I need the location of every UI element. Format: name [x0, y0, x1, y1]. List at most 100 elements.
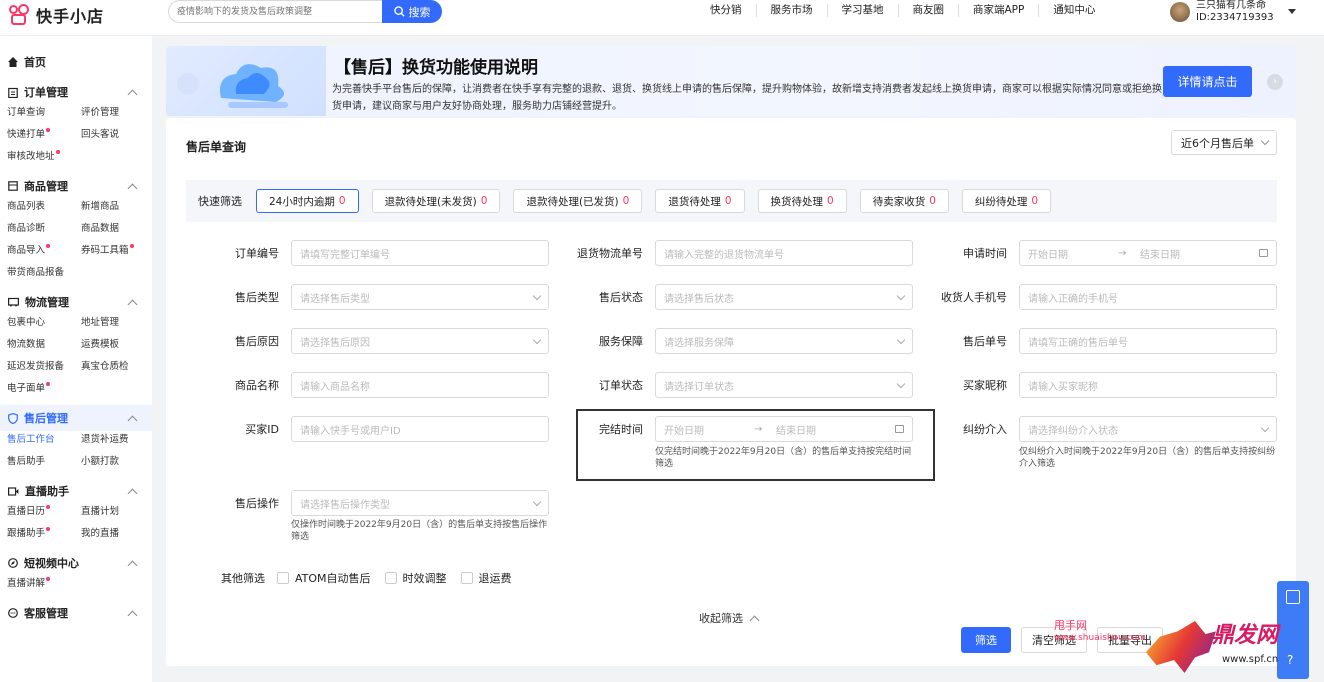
- quick-filter-refund-shipped[interactable]: 退款待处理(已发货) 0: [513, 189, 643, 213]
- topnav-notifications[interactable]: 通知中心: [1039, 4, 1109, 17]
- sidebar-group-aftersale: 售后管理 售后工作台 退货补运费 售后助手 小额打款: [0, 405, 152, 469]
- nickname-input[interactable]: 请输入买家昵称: [1019, 372, 1277, 398]
- sidebar-item-logistics-data[interactable]: 物流数据: [7, 338, 81, 352]
- topnav-community[interactable]: 商友圈: [899, 4, 959, 17]
- chevron-up-icon: [127, 560, 138, 570]
- sidebar-item-repeat-customer[interactable]: 回头客说: [81, 128, 155, 142]
- sidebar-group-short-video: 短视频中心 直播讲解: [0, 555, 152, 591]
- checkbox-time-adjust[interactable]: 时效调整: [384, 570, 447, 586]
- sidebar-head-logistics[interactable]: 物流管理: [0, 294, 152, 310]
- sidebar-item-live-calendar[interactable]: 直播日历: [7, 505, 81, 519]
- sidebar-item-aftersale-assistant[interactable]: 售后助手: [7, 455, 81, 469]
- sidebar-home[interactable]: 首页: [0, 54, 152, 70]
- sidebar-item-parcel-center[interactable]: 包裹中心: [7, 316, 81, 330]
- quick-filter-return[interactable]: 退货待处理 0: [655, 189, 745, 213]
- sidebar-item-product-report[interactable]: 带货商品报备: [7, 266, 81, 280]
- chevron-up-icon: [127, 183, 138, 193]
- field-apply-time: 申请时间 开始日期 → 结束日期: [904, 240, 1277, 266]
- filter-button[interactable]: 筛选: [961, 627, 1011, 653]
- phone-input[interactable]: 请输入正确的手机号: [1019, 284, 1277, 310]
- checkbox-atom[interactable]: ATOM自动售后: [277, 570, 371, 586]
- sidebar-item-return-freight[interactable]: 退货补运费: [81, 433, 155, 447]
- topnav-learning[interactable]: 学习基地: [828, 4, 899, 17]
- sidebar-item-coupon-tools[interactable]: 券码工具箱: [81, 244, 155, 258]
- announcement-banner: 【售后】换货功能使用说明 为完善快手平台售后的保障，让消费者在快手享有完整的退款…: [166, 46, 1296, 116]
- sidebar-item-order-query[interactable]: 订单查询: [7, 106, 81, 120]
- quick-filter-refund-unshipped[interactable]: 退款待处理(未发货) 0: [371, 189, 501, 213]
- topnav-app[interactable]: 商家端APP: [959, 4, 1040, 17]
- field-nickname: 买家昵称 请输入买家昵称: [904, 372, 1277, 398]
- sidebar-head-order[interactable]: 订单管理: [0, 84, 152, 100]
- status-select[interactable]: 请选择售后状态: [655, 284, 913, 310]
- sidebar-item-product-diagnosis[interactable]: 商品诊断: [7, 222, 81, 236]
- guarantee-select[interactable]: 请选择服务保障: [655, 328, 913, 354]
- time-range-select[interactable]: 近6个月售后单: [1171, 130, 1277, 155]
- dispute-select[interactable]: 请选择纠纷介入状态: [1019, 416, 1277, 442]
- sidebar-head-aftersale[interactable]: 售后管理: [0, 405, 152, 431]
- sidebar-item-my-live[interactable]: 我的直播: [81, 527, 155, 541]
- sidebar-item-live-explain[interactable]: 直播讲解: [7, 577, 81, 591]
- collapse-filters-toggle[interactable]: 收起筛选: [699, 610, 760, 626]
- sidebar-item-live-plan[interactable]: 直播计划: [81, 505, 155, 519]
- sidebar-group-product: 商品管理 商品列表 新增商品 商品诊断 商品数据 商品导入 券码工具箱 带货商品…: [0, 178, 152, 280]
- sidebar-item-express-print[interactable]: 快递打单: [7, 128, 81, 142]
- sidebar-item-e-waybill[interactable]: 电子面单: [7, 382, 81, 396]
- caret-down-icon: [1287, 9, 1296, 14]
- aftersale-no-input[interactable]: 请填写正确的售后单号: [1019, 328, 1277, 354]
- sidebar-head-short-video[interactable]: 短视频中心: [0, 555, 152, 571]
- sidebar-head-customer-service[interactable]: 客服管理: [0, 605, 152, 621]
- sidebar-item-delay-report[interactable]: 延迟发货报备: [7, 360, 81, 374]
- user-name: 三只猫有几条命: [1196, 0, 1266, 11]
- sidebar-item-live-follow[interactable]: 跟播助手: [7, 527, 81, 541]
- watermark-site: www.spf.cn: [1222, 654, 1279, 665]
- compass-icon: [8, 558, 18, 568]
- sidebar-item-product-data[interactable]: 商品数据: [81, 222, 155, 236]
- sidebar-item-product-import[interactable]: 商品导入: [7, 244, 81, 258]
- banner-next-icon[interactable]: ›: [1267, 74, 1283, 90]
- sidebar-item-address-review[interactable]: 审核改地址: [7, 150, 81, 164]
- apply-time-range[interactable]: 开始日期 → 结束日期: [1019, 240, 1277, 266]
- sidebar-item-small-payment[interactable]: 小额打款: [81, 455, 155, 469]
- sidebar-home-label: 首页: [24, 56, 46, 69]
- user-menu[interactable]: 三只猫有几条命 ID:2334719393: [1170, 0, 1296, 24]
- search-input[interactable]: [168, 0, 382, 23]
- sidebar-item-address-manage[interactable]: 地址管理: [81, 316, 155, 330]
- quick-filter-await-receive[interactable]: 待卖家收货 0: [859, 189, 949, 213]
- aftersale-query-panel: 售后单查询 近6个月售后单 快速筛选 24小时内逾期 0 退款待处理(未发货) 0 …: [166, 118, 1296, 666]
- order-status-select[interactable]: 请选择订单状态: [655, 372, 913, 398]
- shield-icon: [8, 412, 18, 424]
- logo[interactable]: 快手小店: [8, 3, 104, 27]
- search-icon: [393, 6, 405, 17]
- sidebar-item-review[interactable]: 评价管理: [81, 106, 155, 120]
- reason-select[interactable]: 请选择售后原因: [291, 328, 549, 354]
- order-no-input[interactable]: 请填写完整订单编号: [291, 240, 549, 266]
- type-select[interactable]: 请选择售后类型: [291, 284, 549, 310]
- field-status: 售后状态 请选择售后状态: [540, 284, 913, 310]
- sidebar-item-product-list[interactable]: 商品列表: [7, 200, 81, 214]
- quick-filter-dispute[interactable]: 纠纷待处理 0: [961, 189, 1052, 213]
- field-type: 售后类型 请选择售后类型: [176, 284, 549, 310]
- quick-filter-exchange[interactable]: 换货待处理 0: [757, 189, 847, 213]
- topnav-fenxiao[interactable]: 快分销: [696, 4, 757, 17]
- checkbox-return-freight[interactable]: 退运费: [460, 570, 512, 586]
- product-input[interactable]: 请输入商品名称: [291, 372, 549, 398]
- quick-filter-overdue[interactable]: 24小时内逾期 0: [256, 189, 359, 213]
- chevron-up-icon: [127, 610, 138, 620]
- return-no-input[interactable]: 请输入完整的退货物流单号: [655, 240, 913, 266]
- sidebar-head-live[interactable]: 直播助手: [0, 483, 152, 499]
- sidebar-item-quality-check[interactable]: 真宝仓质检: [81, 360, 155, 374]
- banner-details-button[interactable]: 详情请点击: [1163, 66, 1252, 97]
- edit-icon[interactable]: [1286, 590, 1300, 604]
- sidebar-head-product[interactable]: 商品管理: [0, 178, 152, 194]
- search-button[interactable]: 搜索: [382, 0, 442, 23]
- sidebar-item-freight-template[interactable]: 运费模板: [81, 338, 155, 352]
- sidebar-item-add-product[interactable]: 新增商品: [81, 200, 155, 214]
- video-camera-icon: [8, 486, 19, 496]
- operation-select[interactable]: 请选择售后操作类型: [291, 490, 549, 516]
- chevron-down-icon: [1260, 136, 1270, 146]
- search-bar: 搜索: [168, 0, 442, 23]
- topnav-service-market[interactable]: 服务市场: [757, 4, 828, 17]
- calendar-icon: [1259, 249, 1268, 257]
- sidebar-item-aftersale-workbench[interactable]: 售后工作台: [7, 433, 81, 447]
- buyer-id-input[interactable]: 请输入快手号或用户ID: [291, 416, 549, 442]
